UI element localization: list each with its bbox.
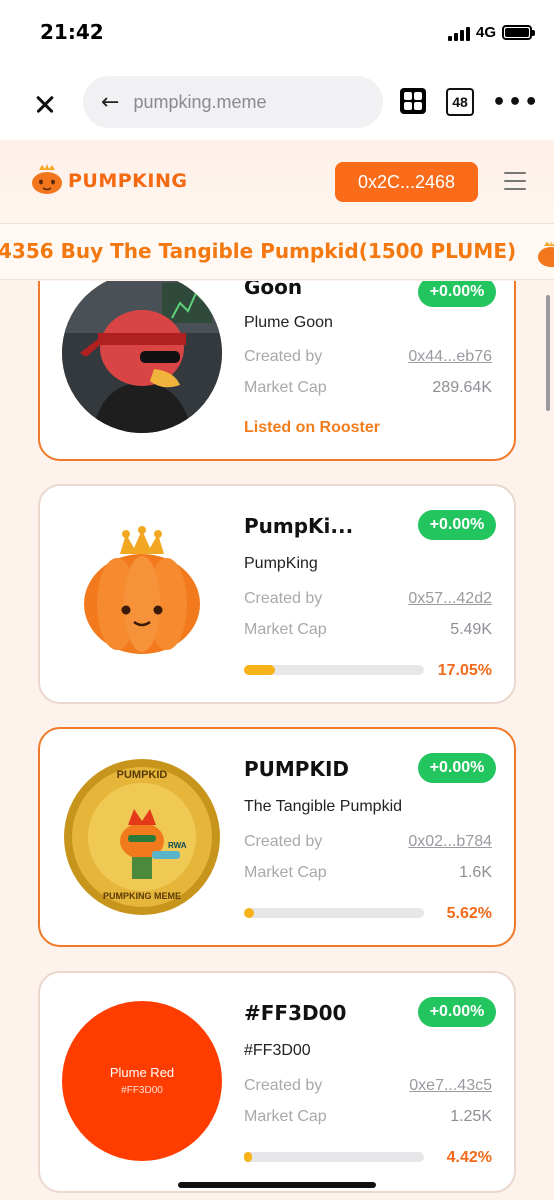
tabs-button[interactable]: 48 bbox=[446, 88, 474, 116]
token-title: Goon bbox=[244, 281, 303, 299]
token-name: #FF3D00 bbox=[244, 1042, 311, 1059]
coin-bottom-text: PUMPKING MEME bbox=[102, 891, 181, 901]
bonding-progress-bar bbox=[244, 1152, 424, 1162]
creator-address-link[interactable]: 0x57...42d2 bbox=[408, 590, 492, 608]
progress-percent: 5.62% bbox=[446, 905, 492, 922]
coin-tag-text: RWA bbox=[168, 841, 187, 850]
status-time: 21:42 bbox=[40, 20, 104, 44]
market-cap-value: 1.6K bbox=[459, 864, 492, 881]
token-list: Goon +0.00% Plume Goon Created by 0x44..… bbox=[0, 281, 554, 1200]
app-icon[interactable] bbox=[400, 88, 426, 114]
token-name: PumpKing bbox=[244, 555, 318, 572]
market-cap-label: Market Cap bbox=[244, 1108, 327, 1125]
status-bar: 21:42 4G bbox=[0, 0, 554, 68]
created-by-label: Created by bbox=[244, 348, 323, 365]
token-card[interactable]: Plume Red #FF3D00 #FF3D00 +0.00% #FF3D00… bbox=[38, 971, 516, 1193]
token-title: #FF3D00 bbox=[244, 1001, 347, 1025]
change-badge: +0.00% bbox=[418, 753, 496, 783]
bonding-progress-bar bbox=[244, 665, 424, 675]
url-text: pumpking.meme bbox=[133, 91, 267, 112]
token-image bbox=[62, 514, 222, 674]
status-indicators: 4G bbox=[447, 24, 535, 41]
creator-address-link[interactable]: 0xe7...43c5 bbox=[409, 1077, 492, 1095]
bonding-progress-bar bbox=[244, 908, 424, 918]
token-image: Plume Red #FF3D00 bbox=[62, 1001, 222, 1161]
market-cap-value: 5.49K bbox=[450, 621, 492, 638]
created-by-label: Created by bbox=[244, 590, 323, 607]
progress-percent: 4.42% bbox=[446, 1149, 492, 1166]
change-badge: +0.00% bbox=[418, 510, 496, 540]
progress-fill bbox=[244, 665, 275, 675]
home-indicator[interactable] bbox=[178, 1182, 376, 1188]
token-card[interactable]: Goon +0.00% Plume Goon Created by 0x44..… bbox=[38, 281, 516, 461]
browser-toolbar: ← pumpking.meme 48 ••• bbox=[0, 68, 554, 140]
token-image: PUMPKID RWA PUMPKING MEME bbox=[62, 757, 222, 917]
network-type: 4G bbox=[475, 24, 496, 41]
wallet-button[interactable]: 0x2C...2468 bbox=[335, 162, 478, 202]
progress-percent: 17.05% bbox=[437, 662, 492, 679]
change-badge: +0.00% bbox=[418, 997, 496, 1027]
created-by-label: Created by bbox=[244, 1077, 323, 1094]
creator-address-link[interactable]: 0x02...b784 bbox=[408, 833, 492, 851]
hamburger-menu-icon[interactable] bbox=[504, 172, 526, 196]
token-name: Plume Goon bbox=[244, 314, 333, 331]
market-cap-label: Market Cap bbox=[244, 621, 327, 638]
logo-text: PUMPKING bbox=[68, 170, 188, 192]
token-card[interactable]: PumpKi... +0.00% PumpKing Created by 0x5… bbox=[38, 484, 516, 704]
more-menu-icon[interactable]: ••• bbox=[492, 90, 540, 115]
market-cap-label: Market Cap bbox=[244, 864, 327, 881]
battery-icon bbox=[502, 25, 535, 40]
market-cap-value: 1.25K bbox=[450, 1108, 492, 1125]
image-title: Plume Red bbox=[109, 1065, 175, 1080]
market-cap-value: 289.64K bbox=[432, 379, 492, 396]
progress-fill bbox=[244, 908, 255, 918]
listed-status: Listed on Rooster bbox=[244, 419, 381, 436]
token-title: PumpKi... bbox=[244, 514, 354, 538]
pumpking-mascot-icon bbox=[62, 514, 222, 674]
app-header: PUMPKING 0x2C...2468 bbox=[0, 140, 554, 224]
address-bar[interactable]: ← pumpking.meme bbox=[83, 76, 383, 128]
token-image bbox=[62, 281, 222, 433]
goon-avatar-icon bbox=[62, 281, 222, 433]
token-card[interactable]: PUMPKID RWA PUMPKING MEME PUMPKID +0.00%… bbox=[38, 727, 516, 947]
creator-address-link[interactable]: 0x44...eb76 bbox=[408, 348, 492, 366]
scrollbar[interactable] bbox=[546, 295, 550, 411]
progress-fill bbox=[244, 1152, 252, 1162]
token-name: The Tangible Pumpkid bbox=[244, 798, 403, 815]
created-by-label: Created by bbox=[244, 833, 323, 850]
close-icon[interactable] bbox=[30, 89, 60, 119]
market-cap-label: Market Cap bbox=[244, 379, 327, 396]
coin-top-text: PUMPKID bbox=[116, 769, 168, 781]
activity-ticker: 4356 Buy The Tangible Pumpkid(1500 PLUME… bbox=[0, 224, 554, 280]
token-title: PUMPKID bbox=[244, 757, 349, 781]
back-arrow-icon[interactable]: ← bbox=[101, 90, 119, 115]
change-badge: +0.00% bbox=[418, 281, 496, 307]
signal-icon bbox=[447, 25, 470, 41]
pumpkin-icon bbox=[538, 241, 554, 267]
image-subtitle: #FF3D00 bbox=[121, 1085, 163, 1096]
pumpkin-logo-icon bbox=[32, 164, 62, 194]
ticker-text: 4356 Buy The Tangible Pumpkid(1500 PLUME… bbox=[0, 239, 517, 263]
